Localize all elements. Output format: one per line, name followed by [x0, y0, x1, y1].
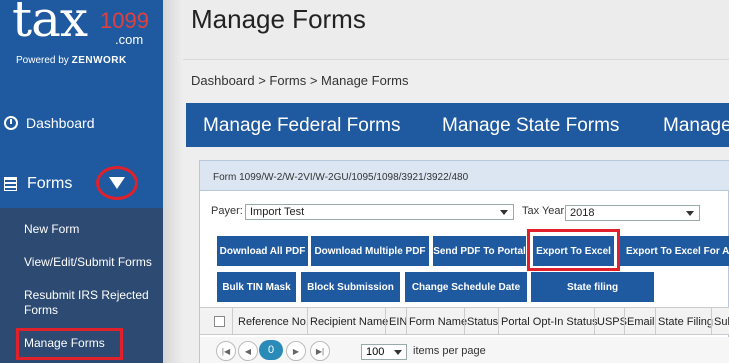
prev-page-icon[interactable]: ◀ [238, 341, 258, 361]
download-all-pdf-button[interactable]: Download All PDF [217, 236, 308, 266]
submenu-view-edit-submit[interactable]: View/Edit/Submit Forms [24, 255, 152, 270]
nav-forms[interactable]: Forms [0, 166, 163, 202]
current-page[interactable]: 0 [259, 340, 283, 360]
tab-manage-more[interactable]: Manage [663, 115, 729, 137]
forms-list-icon [4, 177, 17, 191]
logo-com: .com [115, 32, 144, 47]
pager: |◀ ◀ 0 ▶ ▶| 100 items per page [200, 337, 729, 363]
export-to-excel-all-button[interactable]: Export To Excel For All F [619, 236, 729, 266]
table-header: Reference No. Recipient Name EIN Form Na… [200, 307, 729, 335]
submenu-new-form[interactable]: New Form [24, 222, 79, 237]
change-schedule-date-button[interactable]: Change Schedule Date [405, 272, 527, 302]
column-state-filing[interactable]: State Filing [658, 316, 713, 328]
tax-year-select-value: 2018 [570, 207, 595, 219]
chevron-down-icon [500, 210, 508, 215]
column-divider [406, 308, 407, 335]
next-page-icon[interactable]: ▶ [286, 341, 306, 361]
logo-tax: tax [12, 0, 88, 48]
panel-header: Form 1099/W-2/W-2VI/W-2GU/1095/1098/3921… [200, 161, 729, 191]
app: tax 1099 .com Powered by ZENWORK Dashboa… [0, 0, 729, 363]
column-form-name[interactable]: Form Name [409, 316, 467, 328]
column-divider [232, 308, 233, 335]
nav-forms-label: Forms [27, 175, 73, 192]
manage-forms-highlight [16, 328, 123, 360]
column-ein[interactable]: EIN [389, 316, 407, 328]
column-status[interactable]: Status [467, 316, 498, 328]
tab-manage-state-forms[interactable]: Manage State Forms [442, 115, 619, 137]
column-reference-no[interactable]: Reference No. [238, 316, 309, 328]
powered-by-text: Powered by [16, 55, 69, 66]
main-content: Manage Forms Dashboard > Forms > Manage … [163, 0, 729, 363]
column-portal-opt-in-status[interactable]: Portal Opt-In Status [501, 316, 598, 328]
dashboard-icon [4, 116, 18, 130]
chevron-down-icon [686, 211, 694, 216]
items-per-page-label: items per page [413, 345, 486, 357]
sidebar: tax 1099 .com Powered by ZENWORK Dashboa… [0, 0, 163, 363]
export-to-excel-highlight [527, 229, 620, 271]
column-divider [655, 308, 656, 335]
logo-powered-by: Powered by ZENWORK [16, 55, 127, 66]
page-size-select[interactable]: 100 [361, 344, 407, 360]
chevron-down-icon [394, 350, 402, 355]
column-usps[interactable]: USPS [597, 316, 627, 328]
header: Manage Forms [163, 0, 729, 60]
nav-dashboard[interactable]: Dashboard [0, 108, 163, 138]
column-divider [711, 308, 712, 335]
column-divider [385, 308, 386, 335]
page-title: Manage Forms [191, 4, 366, 34]
download-multiple-pdf-button[interactable]: Download Multiple PDF [311, 236, 429, 266]
payer-label: Payer: [211, 205, 243, 217]
breadcrumb: Dashboard > Forms > Manage Forms [191, 73, 409, 88]
column-divider [624, 308, 625, 335]
sidebar-shadow [163, 0, 183, 363]
submenu-resubmit-rejected[interactable]: Resubmit IRS Rejected Forms [24, 288, 154, 318]
tab-manage-federal-forms[interactable]: Manage Federal Forms [203, 115, 400, 137]
tab-bar: Manage Federal Forms Manage State Forms … [186, 103, 729, 147]
page-size-value: 100 [366, 346, 385, 358]
payer-select-value: Import Test [250, 206, 305, 218]
state-filing-button[interactable]: State filing [531, 272, 654, 302]
column-sub[interactable]: Sub [714, 316, 729, 328]
panel-title: Form 1099/W-2/W-2VI/W-2GU/1095/1098/3921… [213, 172, 469, 183]
column-divider [307, 308, 308, 335]
nav-dashboard-label: Dashboard [26, 115, 95, 131]
column-divider [594, 308, 595, 335]
tax-year-label: Tax Year: [522, 205, 568, 217]
column-divider [464, 308, 465, 335]
select-all-checkbox[interactable] [214, 316, 225, 327]
forms-expand-button[interactable] [96, 166, 138, 200]
logo[interactable]: tax 1099 .com Powered by ZENWORK [8, 0, 158, 72]
last-page-icon[interactable]: ▶| [310, 341, 330, 361]
column-divider [498, 308, 499, 335]
zenwork-brand: ZENWORK [71, 55, 127, 66]
bulk-tin-mask-button[interactable]: Bulk TIN Mask [217, 272, 296, 302]
payer-select[interactable]: Import Test [245, 204, 514, 220]
forms-panel: Form 1099/W-2/W-2VI/W-2GU/1095/1098/3921… [199, 160, 729, 363]
chevron-down-icon [109, 177, 125, 189]
column-email[interactable]: Email [627, 316, 655, 328]
logo-1099: 1099 [100, 8, 149, 33]
block-submission-button[interactable]: Block Submission [301, 272, 400, 302]
first-page-icon[interactable]: |◀ [216, 341, 236, 361]
tax-year-select[interactable]: 2018 [565, 205, 700, 221]
send-pdf-to-portal-button[interactable]: Send PDF To Portal [433, 236, 526, 266]
column-recipient-name[interactable]: Recipient Name [310, 316, 388, 328]
